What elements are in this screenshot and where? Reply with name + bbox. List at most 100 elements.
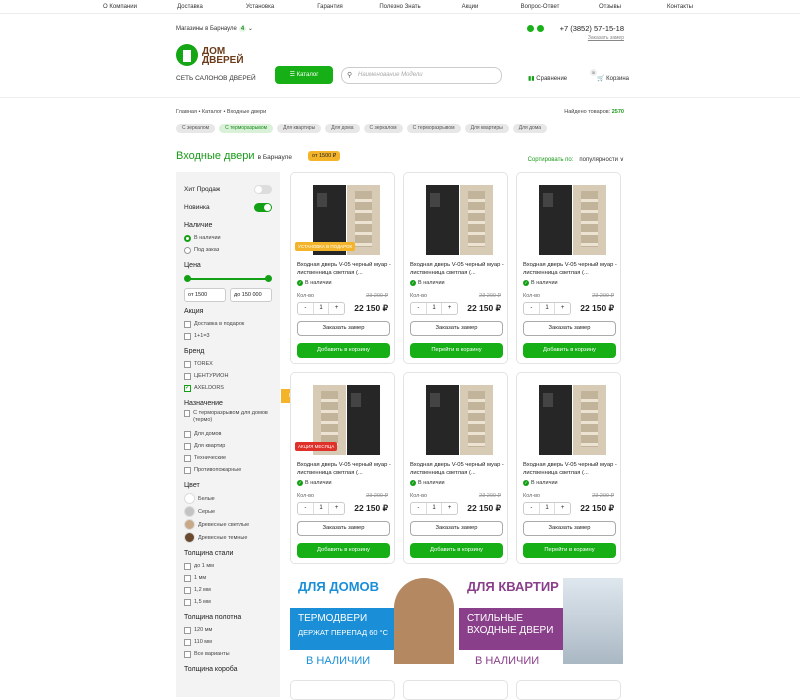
phone-number[interactable]: +7 (3852) 57-15-18 xyxy=(560,24,624,33)
cart-link[interactable]: 5 🛒 Корзина xyxy=(590,69,629,82)
quantity-stepper[interactable]: -1 + xyxy=(297,302,345,315)
compare-link[interactable]: ▮▮ Сравнение xyxy=(528,75,567,82)
price-from-input[interactable]: от 1500 xyxy=(184,288,226,302)
checkbox[interactable] xyxy=(184,598,191,606)
measure-button[interactable]: Заказать замер xyxy=(410,321,503,336)
add-to-cart-button[interactable]: Добавить в корзину xyxy=(297,343,390,358)
to-order-radio[interactable]: Под заказ xyxy=(184,244,272,256)
slider-max-handle[interactable] xyxy=(265,275,272,282)
product-name[interactable]: Входная дверь V-05 черный муар - листвен… xyxy=(297,461,391,477)
breadcrumb[interactable]: Главная • Каталог • Входные двери xyxy=(176,109,266,115)
go-to-cart-button[interactable]: Перейти в корзину xyxy=(523,543,616,558)
color-opt[interactable]: Древесные темные xyxy=(184,531,272,544)
radio-on[interactable] xyxy=(184,234,191,242)
sort-value[interactable]: популярности ∨ xyxy=(579,157,624,163)
checkbox[interactable] xyxy=(184,454,191,462)
color-opt[interactable]: Белые xyxy=(184,492,272,505)
product-card[interactable]: АКЦИЯ МЕСЯЦА Входная дверь V-05 черный м… xyxy=(290,372,395,564)
checkbox[interactable] xyxy=(184,650,191,658)
plus-button[interactable]: + xyxy=(555,503,570,514)
add-to-cart-button[interactable]: Добавить в корзину xyxy=(410,543,503,558)
steel-opt[interactable]: 1,5 мм xyxy=(184,596,272,608)
color-opt[interactable]: Серые xyxy=(184,505,272,518)
topnav-promo[interactable]: Акции xyxy=(435,0,505,13)
quantity-stepper[interactable]: -1 + xyxy=(297,502,345,515)
tag-house-2[interactable]: Для дома xyxy=(512,124,548,133)
checkbox[interactable] xyxy=(184,638,191,646)
qty-value[interactable]: 1 xyxy=(425,303,443,314)
color-opt[interactable]: Древесные светлые xyxy=(184,518,272,531)
catalog-button[interactable]: ☰ Каталог xyxy=(275,66,333,84)
product-name[interactable]: Входная дверь V-05 черный муар - листвен… xyxy=(297,261,391,277)
hit-toggle[interactable] xyxy=(254,184,272,194)
search-input[interactable]: ⚲ Наименование Модели xyxy=(341,67,502,84)
topnav-useful[interactable]: Полезно Знать xyxy=(365,0,435,13)
new-toggle[interactable] xyxy=(254,202,272,212)
qty-value[interactable]: 1 xyxy=(538,503,556,514)
plus-button[interactable]: + xyxy=(442,503,457,514)
quantity-stepper[interactable]: -1 + xyxy=(410,502,458,515)
product-name[interactable]: Входная дверь V-05 черный муар - листвен… xyxy=(410,261,504,277)
plus-button[interactable]: + xyxy=(442,303,457,314)
topnav-about[interactable]: О Компании xyxy=(85,0,155,13)
plus-button[interactable]: + xyxy=(329,303,344,314)
price-to-input[interactable]: до 150 000 xyxy=(230,288,272,302)
brand-opt[interactable]: ЦЕНТУРИОН xyxy=(184,370,272,382)
product-card[interactable]: УСТАНОВКА В ПОДАРОК Входная дверь V-05 ч… xyxy=(290,172,395,364)
light-wood-swatch[interactable] xyxy=(184,519,195,530)
checkbox[interactable] xyxy=(184,562,191,570)
product-card[interactable]: Входная дверь V-05 черный муар - листвен… xyxy=(403,172,508,364)
qty-value[interactable]: 1 xyxy=(425,503,443,514)
slider-min-handle[interactable] xyxy=(184,275,191,282)
leaf-opt[interactable]: 120 мм xyxy=(184,624,272,636)
tag-thermo-2[interactable]: С терморазрывом xyxy=(406,124,461,133)
promo-opt[interactable]: Доставка в подарок xyxy=(184,318,272,330)
brand-opt[interactable]: AXELDORS xyxy=(184,382,272,394)
purpose-opt[interactable]: Для домов xyxy=(184,428,272,440)
price-slider[interactable] xyxy=(184,274,272,284)
measure-button[interactable]: Заказать замер xyxy=(297,521,390,536)
topnav-install[interactable]: Установка xyxy=(225,0,295,13)
checkbox[interactable] xyxy=(184,466,191,474)
white-swatch[interactable] xyxy=(184,493,195,504)
quantity-stepper[interactable]: -1 + xyxy=(523,302,571,315)
qty-value[interactable]: 1 xyxy=(312,503,330,514)
topnav-reviews[interactable]: Отзывы xyxy=(575,0,645,13)
door-image[interactable] xyxy=(418,385,496,455)
qty-value[interactable]: 1 xyxy=(312,303,330,314)
tag-thermo[interactable]: С терморазрывом xyxy=(219,124,274,133)
door-image[interactable] xyxy=(531,185,609,255)
add-to-cart-button[interactable]: Добавить в корзину xyxy=(523,343,616,358)
checkbox[interactable] xyxy=(184,410,191,417)
checkbox[interactable] xyxy=(184,372,191,380)
product-card-partial[interactable] xyxy=(516,680,621,700)
product-card[interactable]: Входная дверь V-05 черный муар - листвен… xyxy=(403,372,508,564)
city-selector[interactable]: Магазины в Барнауле 4 ⌄ xyxy=(176,25,253,32)
checkbox[interactable] xyxy=(184,320,191,328)
steel-opt[interactable]: до 1 мм xyxy=(184,560,272,572)
logo[interactable]: ДОМ ДВЕРЕЙ СЕТЬ САЛОНОВ ДВЕРЕЙ xyxy=(176,44,266,86)
topnav-faq[interactable]: Вопрос-Ответ xyxy=(505,0,575,13)
leaf-opt[interactable]: Все варианты xyxy=(184,648,272,660)
quantity-stepper[interactable]: -1 + xyxy=(410,302,458,315)
topnav-delivery[interactable]: Доставка xyxy=(155,0,225,13)
steel-opt[interactable]: 1,2 мм xyxy=(184,584,272,596)
checkbox[interactable] xyxy=(184,574,191,582)
tag-apartment[interactable]: Для квартиры xyxy=(277,124,322,133)
measure-button[interactable]: Заказать замер xyxy=(523,521,616,536)
measure-button[interactable]: Заказать замер xyxy=(410,521,503,536)
gray-swatch[interactable] xyxy=(184,506,195,517)
callback-link[interactable]: Заказать замер xyxy=(560,35,624,41)
purpose-opt[interactable]: Технические xyxy=(184,452,272,464)
leaf-opt[interactable]: 110 мм xyxy=(184,636,272,648)
door-image[interactable] xyxy=(418,185,496,255)
product-card[interactable]: Входная дверь V-05 черный муар - листвен… xyxy=(516,372,621,564)
tag-mirror-2[interactable]: С зеркалом xyxy=(363,124,403,133)
minus-button[interactable]: - xyxy=(411,503,426,514)
add-to-cart-button[interactable]: Добавить в корзину xyxy=(297,543,390,558)
purpose-opt[interactable]: С терморазрывом для домов (термо) xyxy=(184,410,272,428)
product-name[interactable]: Входная дверь V-05 черный муар - листвен… xyxy=(523,261,617,277)
measure-button[interactable]: Заказать замер xyxy=(297,321,390,336)
promo-opt[interactable]: 1+1=3 xyxy=(184,330,272,342)
product-card-partial[interactable] xyxy=(403,680,508,700)
